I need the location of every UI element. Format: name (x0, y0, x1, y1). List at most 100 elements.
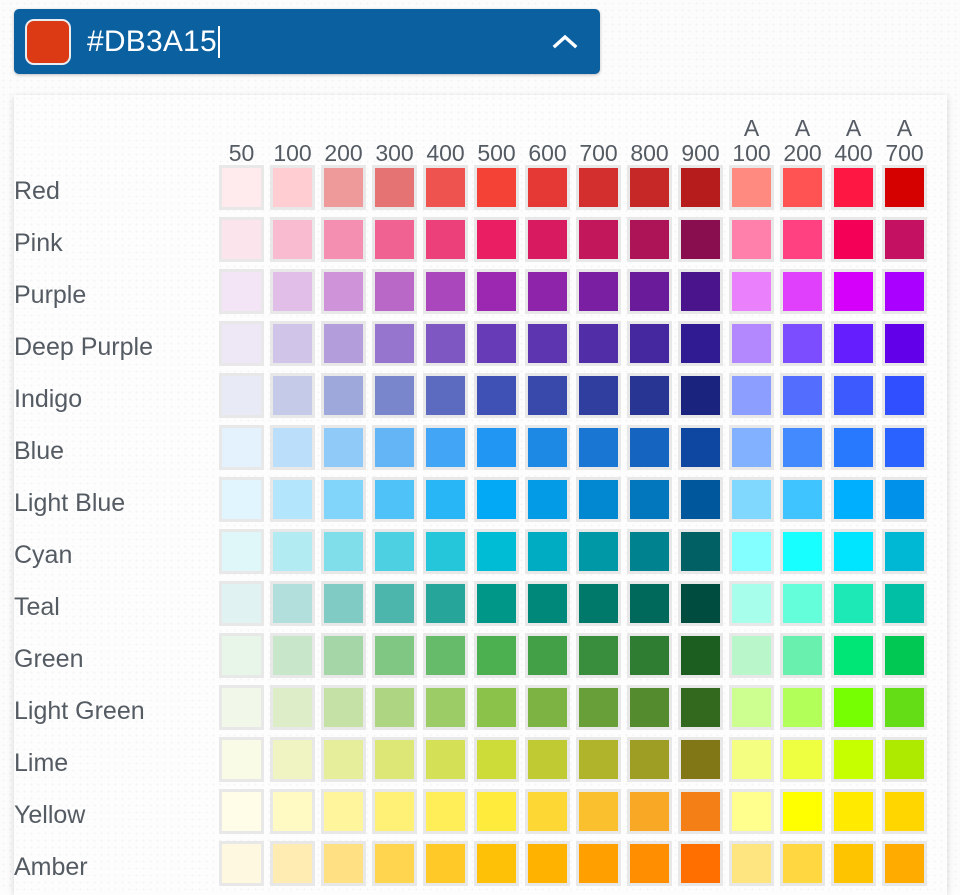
swatch-cell[interactable] (879, 269, 930, 321)
swatch-cell[interactable] (369, 269, 420, 321)
swatch-cell[interactable] (879, 373, 930, 425)
color-swatch-purple-800[interactable] (627, 269, 672, 314)
swatch-cell[interactable] (573, 737, 624, 789)
swatch-cell[interactable] (369, 373, 420, 425)
color-swatch-cyan-A700[interactable] (882, 529, 927, 574)
color-swatch-pink-A400[interactable] (831, 217, 876, 262)
swatch-cell[interactable] (777, 737, 828, 789)
swatch-cell[interactable] (420, 269, 471, 321)
swatch-cell[interactable] (675, 477, 726, 529)
color-swatch-light-green-A700[interactable] (882, 685, 927, 730)
swatch-cell[interactable] (471, 321, 522, 373)
color-swatch-amber-700[interactable] (576, 841, 621, 886)
color-swatch-purple-900[interactable] (678, 269, 723, 314)
swatch-cell[interactable] (318, 581, 369, 633)
color-swatch-teal-50[interactable] (219, 581, 264, 626)
swatch-cell[interactable] (420, 165, 471, 217)
swatch-cell[interactable] (675, 529, 726, 581)
swatch-cell[interactable] (267, 789, 318, 841)
swatch-cell[interactable] (675, 321, 726, 373)
swatch-cell[interactable] (471, 373, 522, 425)
color-swatch-yellow-A400[interactable] (831, 789, 876, 834)
swatch-cell[interactable] (726, 373, 777, 425)
current-color-swatch[interactable] (25, 18, 71, 65)
swatch-cell[interactable] (369, 425, 420, 477)
color-swatch-amber-300[interactable] (372, 841, 417, 886)
swatch-cell[interactable] (573, 217, 624, 269)
swatch-cell[interactable] (777, 685, 828, 737)
swatch-cell[interactable] (471, 685, 522, 737)
color-swatch-deep-purple-A400[interactable] (831, 321, 876, 366)
color-swatch-indigo-A200[interactable] (780, 373, 825, 418)
color-swatch-green-A400[interactable] (831, 633, 876, 678)
color-swatch-lime-600[interactable] (525, 737, 570, 782)
color-swatch-light-green-A200[interactable] (780, 685, 825, 730)
color-swatch-light-blue-A400[interactable] (831, 477, 876, 522)
swatch-cell[interactable] (777, 789, 828, 841)
swatch-cell[interactable] (726, 321, 777, 373)
swatch-cell[interactable] (726, 217, 777, 269)
swatch-cell[interactable] (828, 373, 879, 425)
color-swatch-red-A200[interactable] (780, 165, 825, 210)
swatch-cell[interactable] (522, 529, 573, 581)
swatch-cell[interactable] (522, 269, 573, 321)
color-swatch-yellow-A700[interactable] (882, 789, 927, 834)
swatch-cell[interactable] (522, 841, 573, 893)
color-swatch-green-600[interactable] (525, 633, 570, 678)
swatch-cell[interactable] (267, 217, 318, 269)
swatch-cell[interactable] (573, 529, 624, 581)
swatch-cell[interactable] (420, 633, 471, 685)
swatch-cell[interactable] (573, 321, 624, 373)
swatch-cell[interactable] (267, 321, 318, 373)
color-swatch-amber-800[interactable] (627, 841, 672, 886)
swatch-cell[interactable] (471, 529, 522, 581)
color-swatch-pink-500[interactable] (474, 217, 519, 262)
swatch-cell[interactable] (522, 425, 573, 477)
color-swatch-yellow-500[interactable] (474, 789, 519, 834)
color-swatch-teal-A200[interactable] (780, 581, 825, 626)
color-swatch-indigo-50[interactable] (219, 373, 264, 418)
color-swatch-purple-A400[interactable] (831, 269, 876, 314)
swatch-cell[interactable] (216, 737, 267, 789)
color-swatch-blue-600[interactable] (525, 425, 570, 470)
color-swatch-teal-300[interactable] (372, 581, 417, 626)
swatch-cell[interactable] (879, 425, 930, 477)
color-swatch-cyan-300[interactable] (372, 529, 417, 574)
swatch-cell[interactable] (879, 477, 930, 529)
color-swatch-light-blue-700[interactable] (576, 477, 621, 522)
swatch-cell[interactable] (879, 581, 930, 633)
swatch-cell[interactable] (267, 269, 318, 321)
swatch-cell[interactable] (420, 373, 471, 425)
color-swatch-red-500[interactable] (474, 165, 519, 210)
color-swatch-blue-300[interactable] (372, 425, 417, 470)
color-swatch-green-500[interactable] (474, 633, 519, 678)
swatch-cell[interactable] (879, 529, 930, 581)
color-swatch-blue-800[interactable] (627, 425, 672, 470)
color-swatch-red-200[interactable] (321, 165, 366, 210)
swatch-cell[interactable] (267, 477, 318, 529)
color-swatch-deep-purple-400[interactable] (423, 321, 468, 366)
color-swatch-purple-A100[interactable] (729, 269, 774, 314)
color-swatch-teal-700[interactable] (576, 581, 621, 626)
color-swatch-pink-400[interactable] (423, 217, 468, 262)
swatch-cell[interactable] (420, 321, 471, 373)
color-swatch-light-green-400[interactable] (423, 685, 468, 730)
swatch-cell[interactable] (675, 581, 726, 633)
swatch-cell[interactable] (522, 321, 573, 373)
swatch-cell[interactable] (369, 581, 420, 633)
color-swatch-pink-100[interactable] (270, 217, 315, 262)
swatch-cell[interactable] (420, 737, 471, 789)
swatch-cell[interactable] (573, 581, 624, 633)
color-swatch-light-blue-800[interactable] (627, 477, 672, 522)
color-swatch-indigo-900[interactable] (678, 373, 723, 418)
color-swatch-light-green-900[interactable] (678, 685, 723, 730)
color-swatch-cyan-200[interactable] (321, 529, 366, 574)
swatch-cell[interactable] (624, 217, 675, 269)
color-swatch-blue-100[interactable] (270, 425, 315, 470)
swatch-cell[interactable] (675, 217, 726, 269)
color-swatch-light-blue-A100[interactable] (729, 477, 774, 522)
collapse-button[interactable] (530, 9, 600, 74)
swatch-cell[interactable] (471, 477, 522, 529)
swatch-cell[interactable] (828, 217, 879, 269)
swatch-cell[interactable] (216, 373, 267, 425)
